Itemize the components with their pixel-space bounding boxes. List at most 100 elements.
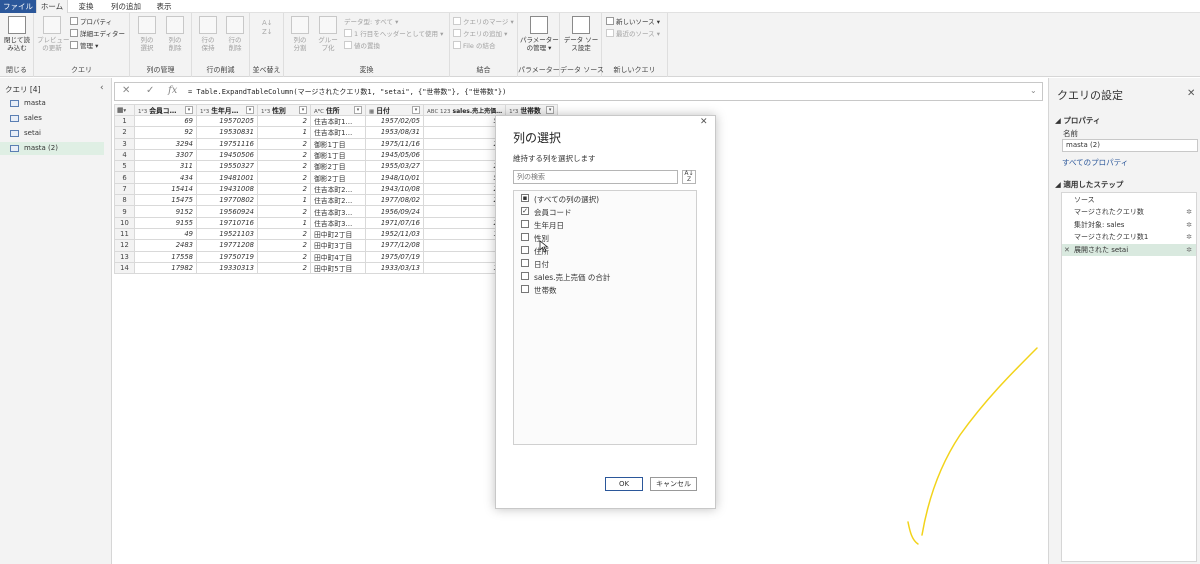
cancel-x-icon[interactable]: ✕ — [122, 85, 130, 96]
cell[interactable]: 19710716 — [196, 216, 258, 229]
properties-button[interactable]: プロパティ — [70, 17, 112, 28]
cell[interactable]: 1 — [257, 194, 311, 207]
keep-rows-button[interactable]: 行の 保持 — [195, 16, 221, 52]
cell[interactable]: 1 — [257, 216, 311, 229]
table-row[interactable]: 715414194310082住吉本町2…1943/10/0820 — [114, 182, 559, 196]
cell[interactable]: 19431008 — [196, 182, 258, 196]
choose-columns-button[interactable]: 列の 選択 — [134, 16, 160, 52]
new-source-button[interactable]: 新しいソース ▾ — [606, 17, 660, 28]
filter-dropdown-icon[interactable]: ▾ — [185, 106, 193, 114]
cell[interactable]: n — [422, 205, 507, 218]
cell[interactable]: 2 — [257, 148, 311, 162]
filter-dropdown-icon[interactable]: ▾ — [299, 106, 307, 114]
table-row[interactable]: 6434194810012御影2丁目1948/10/0150 — [114, 171, 559, 184]
cell[interactable]: 15414 — [134, 182, 197, 196]
checkbox[interactable] — [521, 285, 529, 293]
cell[interactable]: 1952/11/03 — [365, 227, 424, 241]
gear-icon[interactable]: ✲ — [1186, 206, 1192, 218]
checkbox[interactable] — [521, 233, 529, 241]
confirm-check-icon[interactable]: ✓ — [146, 85, 154, 96]
group-by-button[interactable]: グルー プ化 — [315, 16, 341, 52]
cell[interactable]: 19550327 — [196, 160, 258, 173]
table-row[interactable]: 292195308311住吉本町1…1953/08/31n — [114, 126, 559, 139]
cell[interactable]: 1971/07/16 — [365, 216, 424, 229]
cell[interactable]: 92 — [134, 126, 197, 139]
cell[interactable]: 御影2丁目 — [310, 160, 366, 173]
list-item[interactable]: ▪ (すべての列の選択) — [514, 193, 696, 205]
cell[interactable]: 1975/07/19 — [365, 250, 424, 263]
cell[interactable]: 19560924 — [196, 205, 258, 218]
sort-az-icon[interactable]: A↓ Z — [682, 170, 696, 184]
cell[interactable]: 311 — [134, 160, 197, 173]
cell[interactable]: 19330313 — [196, 261, 258, 275]
delete-step-icon[interactable]: ✕ — [1064, 244, 1070, 256]
gear-icon[interactable]: ✲ — [1186, 244, 1192, 256]
query-item-setai[interactable]: setai — [0, 127, 104, 140]
cell[interactable]: 住吉本町3… — [310, 216, 366, 229]
list-item[interactable]: 生年月日 — [514, 219, 696, 231]
table-row[interactable]: 169195702052住吉本町1…1957/02/0550 — [114, 114, 559, 128]
cell[interactable]: 住吉本町2… — [310, 194, 366, 207]
cell[interactable]: 3307 — [134, 148, 197, 162]
cell[interactable]: 1955/03/27 — [365, 160, 424, 173]
checkbox[interactable] — [521, 246, 529, 254]
data-source-settings-button[interactable]: データ ソー ス設定 — [562, 16, 600, 52]
table-row[interactable]: 815475197708021住吉本町2…1977/08/0220 — [114, 194, 559, 207]
query-name-input[interactable]: masta (2) — [1062, 139, 1198, 152]
cell[interactable]: 19521103 — [196, 227, 258, 241]
cell[interactable]: 御影2丁目 — [310, 171, 366, 184]
step-item-selected[interactable]: ✕ 展開された setai ✲ — [1062, 244, 1196, 256]
remove-columns-button[interactable]: 列の 削除 — [162, 16, 188, 52]
cell[interactable]: 1933/03/13 — [365, 261, 424, 275]
cell[interactable]: 19570205 — [196, 114, 258, 128]
properties-heading[interactable]: ◢ プロパティ — [1055, 115, 1100, 126]
checkbox[interactable] — [521, 272, 529, 280]
cell[interactable]: 御影1丁目 — [310, 137, 366, 150]
cell[interactable]: 1977/08/02 — [365, 194, 424, 207]
gear-icon[interactable]: ✲ — [1186, 231, 1192, 243]
cell[interactable]: 2483 — [134, 239, 197, 252]
cell[interactable]: 田中町2丁目 — [310, 227, 366, 241]
cell[interactable]: 19481001 — [196, 171, 258, 184]
cell[interactable]: 69 — [134, 114, 197, 128]
ok-button[interactable]: OK — [605, 477, 643, 491]
cell[interactable]: 2 — [257, 114, 311, 128]
table-row[interactable]: 1149195211032田中町2丁目1952/11/0310 — [114, 227, 559, 241]
cell[interactable]: 住吉本町1… — [310, 114, 366, 128]
checkbox-partial[interactable]: ▪ — [521, 194, 529, 202]
cell[interactable]: 434 — [134, 171, 197, 184]
cell[interactable]: 20 — [422, 137, 507, 150]
cell[interactable]: 20 — [422, 182, 507, 196]
filter-dropdown-icon[interactable]: ▾ — [546, 106, 555, 114]
tab-home[interactable]: ホーム — [36, 0, 68, 13]
column-header[interactable]: ABC 123 sales.売上売価… — [422, 104, 507, 116]
cell[interactable]: n — [422, 239, 507, 252]
fx-icon[interactable]: fx — [168, 85, 177, 96]
cell[interactable]: 1 — [257, 126, 311, 139]
cell[interactable]: 9155 — [134, 216, 197, 229]
dialog-close-icon[interactable]: ✕ — [700, 117, 708, 127]
cell[interactable]: 1943/10/08 — [365, 182, 424, 196]
cell[interactable]: 2 — [257, 239, 311, 252]
tab-view[interactable]: 表示 — [150, 0, 178, 13]
cell[interactable]: 15475 — [134, 194, 197, 207]
advanced-editor-button[interactable]: 詳細エディター — [70, 29, 125, 40]
query-item-sales[interactable]: sales — [0, 112, 104, 125]
cell[interactable]: 20 — [422, 216, 507, 229]
step-item[interactable]: 集計対象: sales ✲ — [1062, 219, 1196, 231]
expand-formula-chevron-icon[interactable]: ⌄ — [1030, 86, 1037, 95]
column-header[interactable]: 1²3 会員コ… ▾ — [134, 104, 197, 116]
cell[interactable]: 御影1丁目 — [310, 148, 366, 162]
column-header[interactable]: ▦ 日付 ▾ — [365, 104, 424, 116]
column-header[interactable]: AᴮC 住所 ▾ — [310, 104, 366, 116]
close-pane-icon[interactable]: ✕ — [1187, 88, 1195, 99]
tab-file[interactable]: ファイル — [0, 0, 36, 13]
cell[interactable]: 田中町3丁目 — [310, 239, 366, 252]
cell[interactable]: 1953/08/31 — [365, 126, 424, 139]
list-item[interactable]: ✓ 会員コード — [514, 206, 696, 218]
query-item-masta-2[interactable]: masta (2) — [0, 142, 104, 155]
split-column-button[interactable]: 列の 分割 — [287, 16, 313, 52]
column-header[interactable]: 1²3 世帯数 ▾ — [505, 104, 559, 116]
cell[interactable]: 50 — [422, 171, 507, 184]
cell[interactable]: 田中町4丁目 — [310, 250, 366, 263]
